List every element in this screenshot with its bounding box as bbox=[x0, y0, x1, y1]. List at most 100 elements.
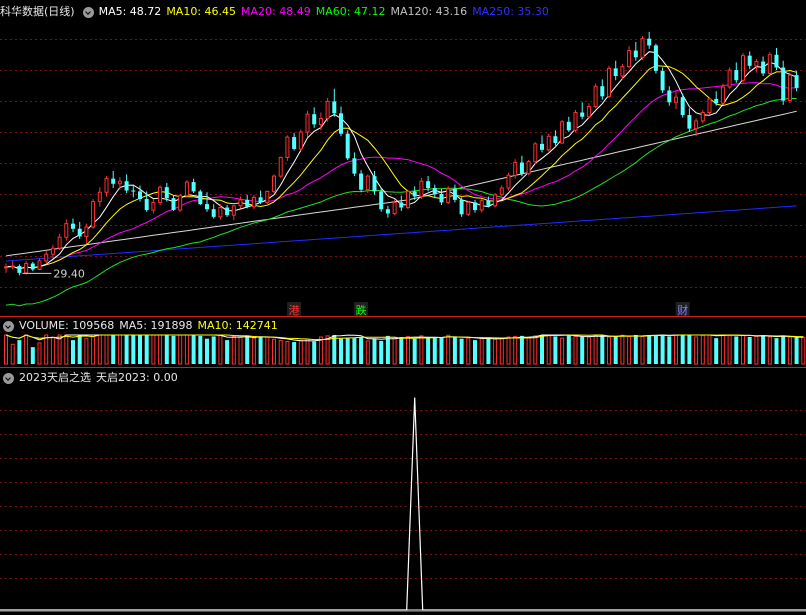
chart-menu-toggle-icon[interactable] bbox=[82, 6, 94, 18]
volume-bar bbox=[164, 335, 169, 364]
candle-body bbox=[245, 199, 250, 207]
volume-bar bbox=[104, 334, 109, 365]
volume-bar bbox=[452, 336, 457, 364]
volume-bar bbox=[694, 336, 699, 365]
candle-body bbox=[64, 223, 69, 238]
volume-bar bbox=[761, 335, 766, 364]
candle-body bbox=[412, 191, 417, 197]
volume-bar bbox=[158, 334, 163, 365]
volume-bar bbox=[44, 334, 49, 365]
ma250-label: MA250: 35.30 bbox=[472, 5, 549, 18]
candle-body bbox=[198, 191, 203, 205]
volume-bar bbox=[741, 334, 745, 365]
volume-bar bbox=[647, 335, 652, 364]
candle-body bbox=[700, 111, 705, 122]
candle-body bbox=[97, 191, 102, 203]
volume-bar bbox=[97, 334, 102, 365]
volume-bar bbox=[526, 337, 531, 365]
candle-body bbox=[493, 194, 498, 207]
volume-bar bbox=[251, 337, 256, 365]
candle-body bbox=[473, 202, 477, 211]
candle-body bbox=[178, 195, 183, 211]
volume-bar bbox=[486, 337, 491, 364]
candle-body bbox=[91, 201, 96, 228]
candle-body bbox=[426, 181, 431, 188]
volume-bar bbox=[667, 336, 672, 364]
candle-body bbox=[285, 136, 290, 158]
volume-bar bbox=[499, 337, 504, 365]
volume-bar bbox=[178, 334, 183, 365]
volume-bar bbox=[620, 334, 625, 365]
candle-body bbox=[71, 223, 75, 229]
candle-body bbox=[117, 180, 122, 185]
volume-bar bbox=[4, 334, 8, 365]
candle-body bbox=[372, 176, 377, 192]
candle-body bbox=[452, 188, 457, 200]
volume-bar bbox=[586, 336, 591, 365]
candle-body bbox=[727, 69, 732, 88]
volume-bar bbox=[278, 339, 283, 365]
volume-bar bbox=[318, 336, 323, 365]
candle-body bbox=[77, 228, 82, 237]
event-marker: 港 bbox=[289, 304, 300, 317]
volume-bar bbox=[600, 335, 605, 364]
volume-bar bbox=[573, 335, 578, 365]
candle-body bbox=[211, 209, 216, 217]
candle-body bbox=[144, 199, 149, 211]
volume-bar bbox=[767, 336, 772, 365]
volume-bar bbox=[446, 334, 451, 365]
volume-bar bbox=[238, 337, 243, 365]
volume-bar bbox=[727, 334, 732, 365]
candle-body bbox=[560, 121, 565, 144]
volume-bar bbox=[506, 336, 511, 365]
candle-body bbox=[339, 113, 343, 134]
candle-body bbox=[653, 45, 658, 71]
candle-body bbox=[620, 66, 625, 77]
candle-body bbox=[30, 263, 35, 270]
volume-bar bbox=[10, 343, 15, 365]
candle-body bbox=[131, 190, 136, 192]
candle-body bbox=[734, 70, 739, 81]
indicator-menu-toggle-icon[interactable] bbox=[3, 372, 14, 384]
candle-body bbox=[44, 253, 49, 262]
candle-body bbox=[694, 120, 699, 130]
volume-menu-toggle-icon[interactable] bbox=[3, 320, 14, 332]
candle-body bbox=[278, 156, 283, 177]
candle-body bbox=[292, 137, 297, 149]
volume-bar bbox=[191, 335, 196, 364]
ma5-label: MA5: 48.72 bbox=[98, 5, 162, 18]
candle-body bbox=[720, 86, 725, 104]
volume-bar bbox=[794, 337, 799, 364]
candle-body bbox=[325, 100, 330, 119]
volume-bar bbox=[392, 336, 397, 365]
candle-body bbox=[24, 263, 29, 274]
volume-bar bbox=[205, 338, 209, 364]
volume-bar bbox=[111, 335, 116, 364]
candle-body bbox=[794, 75, 799, 88]
volume-bar bbox=[674, 334, 678, 365]
candle-body bbox=[600, 86, 605, 97]
candle-body bbox=[385, 209, 390, 214]
volume-bar bbox=[787, 336, 792, 365]
volume-bar bbox=[151, 334, 156, 365]
candle-body bbox=[104, 178, 109, 193]
volume-bar bbox=[325, 335, 330, 365]
volume-bar bbox=[734, 336, 739, 364]
ma20-label: MA20: 48.49 bbox=[241, 5, 311, 18]
volume-bar bbox=[613, 336, 618, 364]
candle-body bbox=[238, 199, 243, 207]
event-marker: 跌 bbox=[356, 303, 367, 317]
candle-body bbox=[312, 114, 317, 125]
volume-bar bbox=[138, 335, 142, 364]
candle-body bbox=[379, 191, 384, 210]
volume-bar bbox=[754, 335, 759, 365]
candle-body bbox=[359, 173, 364, 190]
volume-bar bbox=[64, 334, 69, 365]
volume-bar bbox=[801, 336, 806, 365]
volume-bar bbox=[714, 338, 719, 364]
candle-body bbox=[184, 181, 189, 197]
volume-bar bbox=[218, 334, 223, 365]
candle-body bbox=[171, 198, 176, 211]
volume-bar bbox=[432, 337, 437, 364]
candle-body bbox=[318, 117, 323, 125]
